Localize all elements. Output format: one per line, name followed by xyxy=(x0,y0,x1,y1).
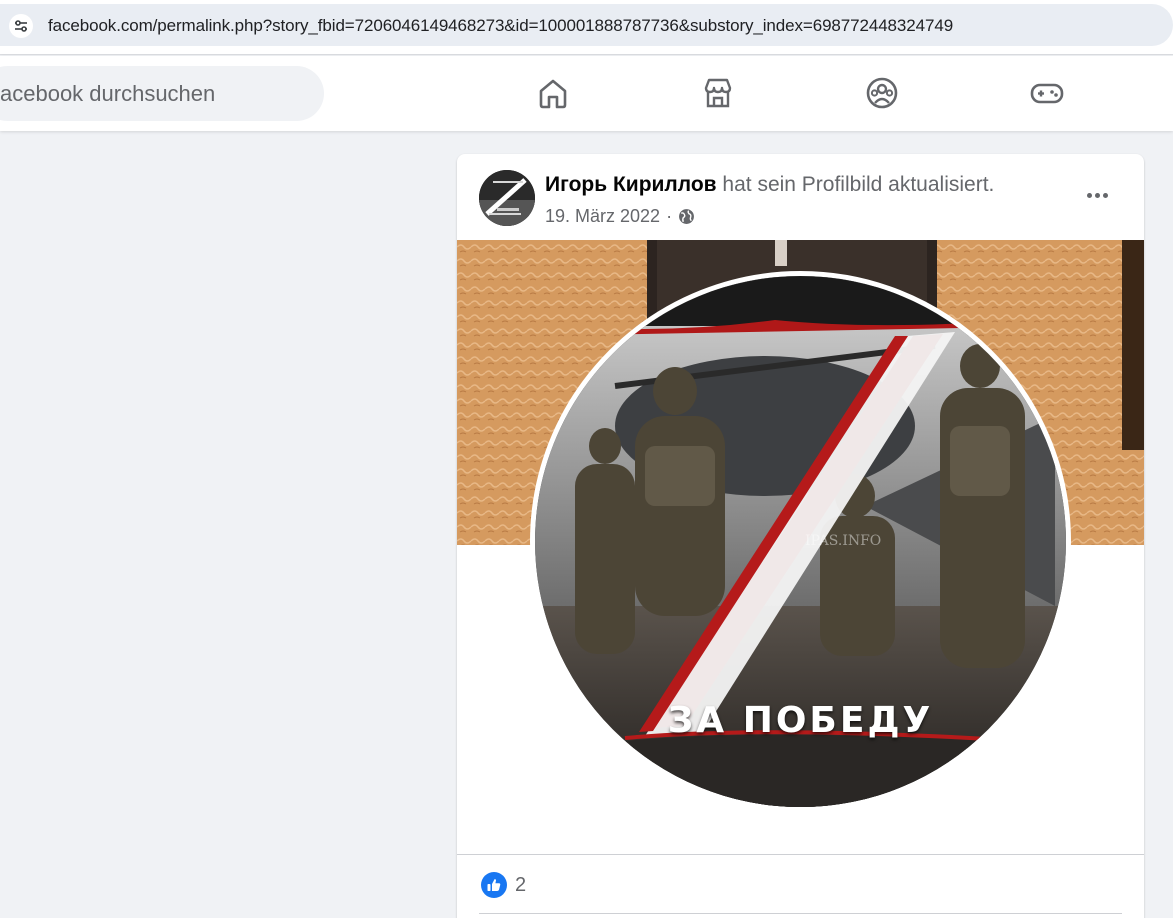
url-text[interactable]: facebook.com/permalink.php?story_fbid=72… xyxy=(48,16,953,36)
author-avatar[interactable] xyxy=(479,170,535,226)
post-headline: Игорь Кириллов hat sein Profilbild aktua… xyxy=(545,173,994,197)
more-options-button[interactable] xyxy=(1079,180,1115,210)
gaming-icon[interactable] xyxy=(1027,73,1067,113)
globe-icon[interactable] xyxy=(678,208,695,225)
browser-toolbar: facebook.com/permalink.php?story_fbid=72… xyxy=(0,0,1173,55)
like-icon xyxy=(481,872,507,898)
site-settings-icon[interactable] xyxy=(9,14,33,38)
post-card: Игорь Кириллов hat sein Profilbild aktua… xyxy=(457,154,1144,918)
divider xyxy=(479,913,1122,914)
post-date[interactable]: 19. März 2022 xyxy=(545,206,660,227)
search-input[interactable] xyxy=(0,66,320,121)
post-action-text: hat sein Profilbild aktualisiert. xyxy=(716,173,995,196)
divider xyxy=(457,854,1144,855)
home-icon[interactable] xyxy=(533,73,573,113)
facebook-top-nav xyxy=(0,56,1173,131)
meta-separator: · xyxy=(666,206,673,226)
author-name[interactable]: Игорь Кириллов xyxy=(545,173,717,196)
profile-image-caption: ЗА ПОБЕДУ xyxy=(667,700,934,741)
marketplace-icon[interactable] xyxy=(698,73,738,113)
more-dot xyxy=(1094,192,1100,198)
image-watermark: IPAS.INFO xyxy=(805,533,882,549)
more-dot xyxy=(1102,192,1108,198)
profile-picture[interactable]: IPAS.INFO ЗА ПОБЕДУ xyxy=(530,271,1071,812)
reactions-summary[interactable]: 2 xyxy=(481,872,526,898)
search-box[interactable] xyxy=(0,66,324,121)
post-meta: 19. März 2022 · xyxy=(545,206,695,227)
groups-icon[interactable] xyxy=(862,73,902,113)
reaction-count: 2 xyxy=(515,873,527,896)
more-dot xyxy=(1086,192,1092,198)
address-bar[interactable]: facebook.com/permalink.php?story_fbid=72… xyxy=(0,4,1173,46)
